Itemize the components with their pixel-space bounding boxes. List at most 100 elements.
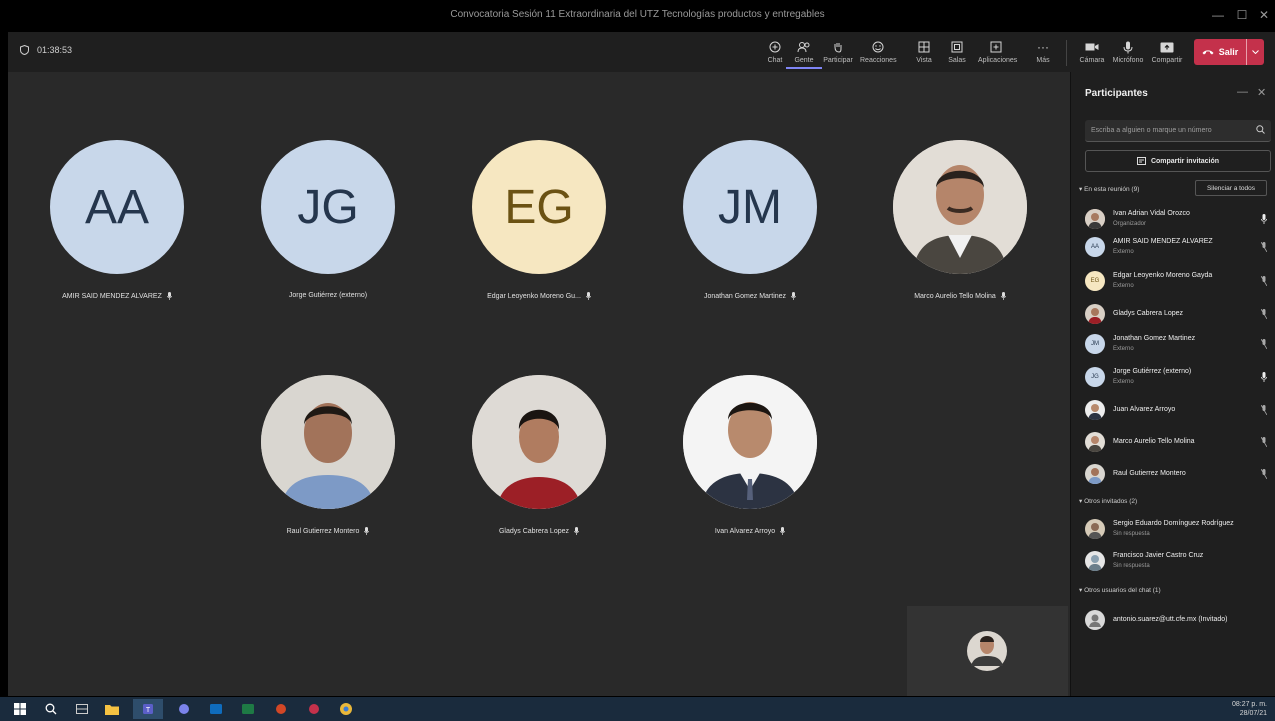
- microphone-icon: [364, 527, 370, 535]
- hand-icon: [834, 43, 842, 53]
- outlook-icon[interactable]: [208, 701, 224, 717]
- more-button[interactable]: ··· Más: [1025, 37, 1061, 69]
- avatar: [1085, 464, 1105, 484]
- excel-icon[interactable]: [240, 701, 256, 717]
- microphone-icon: [1000, 292, 1006, 300]
- raise-hand-button[interactable]: Participar: [820, 37, 856, 69]
- minimize-icon[interactable]: —: [1207, 6, 1229, 24]
- mic-off-icon: [1261, 469, 1267, 479]
- microphone-icon: [780, 527, 786, 535]
- participant-name: antonio.suarez@utt.cfe.mx (Invitado): [1113, 616, 1228, 623]
- participant-name: Marco Aurelio Tello Molina: [1113, 438, 1195, 445]
- pop-out-icon[interactable]: —: [1237, 86, 1248, 98]
- participant-row[interactable]: JM Jonathan Gomez Martinez Externo: [1085, 331, 1271, 357]
- participant-tile[interactable]: Ivan Alvarez Arroyo: [675, 375, 825, 535]
- apps-button[interactable]: Aplicaciones: [978, 37, 1017, 69]
- participant-row[interactable]: Juan Alvarez Arroyo: [1085, 397, 1271, 423]
- participant-row[interactable]: EG Edgar Leoyenko Moreno Gayda Externo: [1085, 268, 1271, 294]
- close-icon[interactable]: ✕: [1253, 6, 1275, 24]
- participant-status: Sin respuesta: [1113, 531, 1150, 537]
- mic-off-icon: [1261, 242, 1267, 252]
- teams-app-icon[interactable]: T: [133, 699, 163, 719]
- people-icon: [797, 42, 810, 53]
- toolbar-divider: [1066, 40, 1067, 66]
- self-video-icon: [907, 606, 1068, 696]
- participant-tile[interactable]: JG Jorge Gutiérrez (externo): [253, 140, 403, 299]
- system-clock[interactable]: 08:27 p. m. 28/07/21: [1232, 700, 1267, 718]
- invited-row[interactable]: Sergio Eduardo Domínguez Rodríguez Sin r…: [1085, 516, 1271, 542]
- svg-text:T: T: [146, 707, 151, 714]
- participant-role: Externo: [1113, 346, 1134, 352]
- avatar: [1085, 400, 1105, 420]
- person-photo-icon: [472, 375, 606, 509]
- microphone-icon: [791, 292, 796, 300]
- mic-off-icon: [1261, 276, 1267, 286]
- participant-search-input[interactable]: Escriba a alguien o marque un número: [1085, 120, 1271, 142]
- participant-name: Jonathan Gomez Martinez: [1113, 335, 1196, 342]
- file-explorer-icon[interactable]: [104, 701, 120, 717]
- participant-tile[interactable]: AA AMIR SAID MENDEZ ALVAREZ: [42, 140, 192, 300]
- title-bar: Convocatoria Sesión 11 Extraordinaria de…: [0, 0, 1275, 30]
- avatar: AA: [1085, 237, 1105, 257]
- avatar: [1085, 610, 1105, 630]
- participant-row[interactable]: Ivan Adrian Vidal Orozco Organizador: [1085, 206, 1271, 232]
- avatar: [1085, 551, 1105, 571]
- leave-button[interactable]: Salir: [1194, 39, 1264, 65]
- self-view[interactable]: [907, 606, 1068, 696]
- powerpoint-icon[interactable]: [273, 701, 289, 717]
- share-button[interactable]: Compartir: [1149, 37, 1185, 69]
- rooms-button[interactable]: Salas: [939, 37, 975, 69]
- share-screen-icon: [1160, 42, 1174, 52]
- avatar: EG: [1085, 271, 1105, 291]
- windows-start-icon[interactable]: [12, 701, 28, 717]
- participants-panel: Participantes — ✕ Escriba a alguien o ma…: [1070, 72, 1275, 696]
- participant-name: Raul Gutierrez Montero: [1113, 470, 1186, 477]
- panel-title: Participantes: [1085, 88, 1148, 99]
- meeting-toolbar: 01:38:53 Chat Gente Participar Reaccione…: [8, 32, 1275, 72]
- media-app-icon[interactable]: [306, 701, 322, 717]
- camera-button[interactable]: Cámara: [1074, 37, 1110, 69]
- participant-row[interactable]: Raul Gutierrez Montero: [1085, 461, 1271, 487]
- view-button[interactable]: Vista: [906, 37, 942, 69]
- close-icon[interactable]: ✕: [1257, 86, 1266, 99]
- participant-row[interactable]: Marco Aurelio Tello Molina: [1085, 429, 1271, 455]
- participant-tile[interactable]: JM Jonathan Gomez Martinez: [675, 140, 825, 300]
- participant-name: Marco Aurelio Tello Molina: [914, 292, 996, 300]
- leave-dropdown[interactable]: [1246, 39, 1264, 65]
- participant-name: Jonathan Gomez Martinez: [703, 292, 787, 300]
- people-button[interactable]: Gente: [786, 37, 822, 69]
- mute-all-button[interactable]: Silenciar a todos: [1195, 180, 1267, 196]
- taskbar: T 08:27 p. m. 28/07/21: [0, 697, 1275, 721]
- participant-name: Jorge Gutiérrez (externo): [1113, 368, 1192, 375]
- avatar: [1085, 209, 1105, 229]
- participant-name: Sergio Eduardo Domínguez Rodríguez: [1113, 520, 1234, 527]
- participant-row[interactable]: JG Jorge Gutiérrez (externo) Externo: [1085, 364, 1271, 390]
- avatar: AA: [50, 140, 184, 274]
- participant-row[interactable]: AA AMIR SAID MENDEZ ALVAREZ Externo: [1085, 234, 1271, 260]
- participant-row[interactable]: Gladys Cabrera Lopez: [1085, 301, 1271, 327]
- chrome-icon[interactable]: [338, 701, 354, 717]
- chat-user-row[interactable]: antonio.suarez@utt.cfe.mx (Invitado): [1085, 607, 1271, 633]
- share-invite-button[interactable]: Compartir invitación: [1085, 150, 1271, 172]
- section-chat-users[interactable]: ▾ Otros usuarios del chat (1): [1079, 586, 1161, 594]
- avatar-photo: [261, 375, 395, 509]
- chevron-down-icon: [1252, 50, 1259, 54]
- participant-status: Sin respuesta: [1113, 563, 1150, 569]
- timer-text: 01:38:53: [37, 45, 73, 55]
- teams-chat-icon[interactable]: [176, 701, 192, 717]
- participant-role: Organizador: [1113, 221, 1147, 227]
- invited-row[interactable]: Francisco Javier Castro Cruz Sin respues…: [1085, 548, 1271, 574]
- task-view-icon[interactable]: [74, 701, 90, 717]
- participant-name: Edgar Leoyenko Moreno Gayda: [1113, 272, 1213, 279]
- participant-tile[interactable]: Raul Gutierrez Montero: [253, 375, 403, 535]
- search-icon[interactable]: [43, 701, 59, 717]
- section-others-invited[interactable]: ▾ Otros invitados (2): [1079, 497, 1137, 505]
- participant-tile[interactable]: EG Edgar Leoyenko Moreno Gu...: [464, 140, 614, 300]
- participant-tile[interactable]: Gladys Cabrera Lopez: [464, 375, 614, 535]
- avatar: JM: [683, 140, 817, 274]
- reactions-button[interactable]: Reacciones: [860, 37, 897, 69]
- mic-button[interactable]: Micrófono: [1110, 37, 1146, 69]
- maximize-icon[interactable]: ☐: [1231, 6, 1253, 24]
- section-in-meeting[interactable]: ▾ En esta reunión (9): [1079, 185, 1139, 193]
- participant-tile[interactable]: Marco Aurelio Tello Molina: [885, 140, 1035, 300]
